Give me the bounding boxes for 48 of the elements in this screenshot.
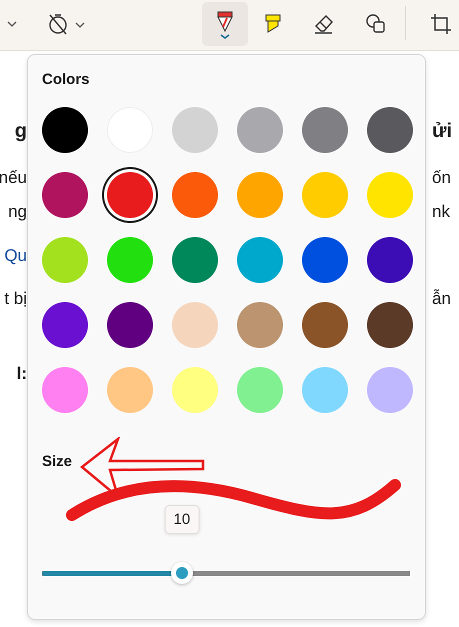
colors-title: Colors xyxy=(42,71,91,89)
color-swatch[interactable] xyxy=(302,172,348,218)
color-swatch[interactable] xyxy=(367,172,413,218)
color-swatch[interactable] xyxy=(42,172,88,218)
size-label: Size xyxy=(42,453,72,471)
color-swatch[interactable] xyxy=(42,107,88,153)
color-swatch[interactable] xyxy=(237,237,283,283)
link[interactable]: Qu xyxy=(4,246,27,266)
color-swatch[interactable] xyxy=(237,107,283,153)
color-swatch[interactable] xyxy=(367,367,413,413)
timer-off-icon xyxy=(47,12,87,36)
color-swatch[interactable] xyxy=(367,107,413,153)
background-text: ng xyxy=(8,202,27,222)
color-swatch[interactable] xyxy=(107,302,153,348)
background-text: l: xyxy=(16,364,27,384)
color-swatch[interactable] xyxy=(302,107,348,153)
color-swatch[interactable] xyxy=(172,367,218,413)
color-swatch[interactable] xyxy=(302,367,348,413)
color-swatch[interactable] xyxy=(367,302,413,348)
color-swatch[interactable] xyxy=(172,302,218,348)
color-swatch[interactable] xyxy=(107,237,153,283)
color-swatch[interactable] xyxy=(237,302,283,348)
background-text: ẫn xyxy=(432,289,451,309)
color-swatch[interactable] xyxy=(42,237,88,283)
color-swatch[interactable] xyxy=(237,172,283,218)
background-text: nk xyxy=(432,202,450,222)
pen-tool-button[interactable] xyxy=(202,2,248,46)
background-text: g xyxy=(14,121,27,141)
background-text: ốn xyxy=(432,168,451,188)
background-text: t bị xyxy=(4,289,27,309)
slider-thumb[interactable] xyxy=(170,562,193,584)
color-swatch[interactable] xyxy=(302,302,348,348)
color-swatch[interactable] xyxy=(302,237,348,283)
chevron-down-icon xyxy=(6,20,18,28)
color-swatch[interactable] xyxy=(172,237,218,283)
background-text: nếu xyxy=(0,168,27,188)
color-swatch[interactable] xyxy=(237,367,283,413)
color-swatch[interactable] xyxy=(367,237,413,283)
color-swatch[interactable] xyxy=(42,302,88,348)
color-swatch[interactable] xyxy=(107,367,153,413)
pen-icon xyxy=(215,9,235,39)
color-swatch[interactable] xyxy=(172,107,218,153)
color-swatch[interactable] xyxy=(107,172,153,218)
crop-icon xyxy=(430,13,452,35)
background-text: ửi xyxy=(432,121,452,141)
color-swatch[interactable] xyxy=(172,172,218,218)
size-tooltip: 10 xyxy=(164,505,200,534)
color-swatch[interactable] xyxy=(42,367,88,413)
